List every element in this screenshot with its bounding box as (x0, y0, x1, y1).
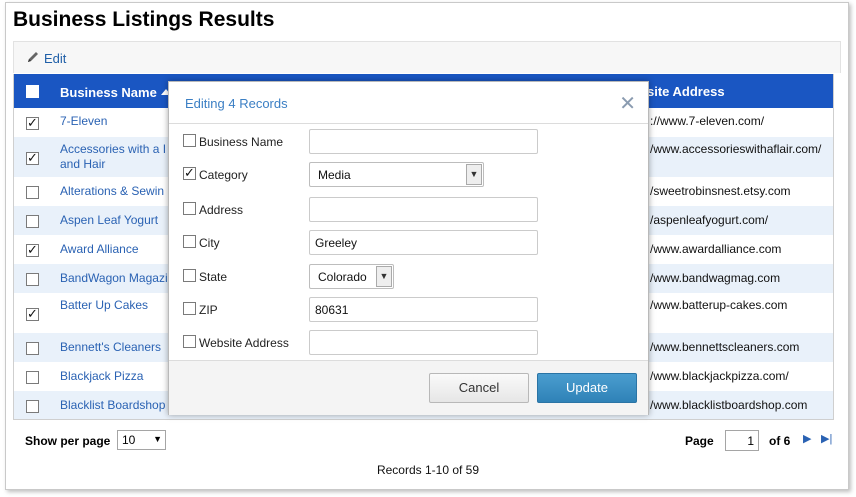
next-page-icon[interactable]: ▶ (803, 432, 811, 445)
edit-button[interactable]: Edit (26, 50, 66, 67)
field-business-name: Business Name (169, 129, 650, 157)
state-checkbox[interactable] (183, 269, 196, 282)
row-checkbox[interactable] (26, 150, 39, 166)
row-checkbox[interactable] (26, 400, 39, 413)
toolbar: Edit (13, 41, 841, 73)
per-page-value: 10 (122, 433, 136, 447)
row-checkbox[interactable] (26, 306, 39, 322)
page-number-input[interactable] (725, 430, 759, 451)
website-cell: ://www.7-eleven.com/ (650, 114, 765, 128)
row-checkbox[interactable] (26, 371, 39, 384)
page-label: Page (685, 434, 714, 448)
website-address-checkbox[interactable] (183, 335, 196, 348)
chevron-down-icon: ▼ (153, 434, 162, 444)
zip-input[interactable] (309, 297, 538, 322)
column-header-label: Business Name (60, 85, 157, 100)
show-per-page-label: Show per page (25, 434, 111, 448)
business-name-link[interactable]: Bennett's Cleaners (60, 340, 180, 355)
category-select[interactable]: Media ▼ (309, 162, 484, 187)
row-checkbox[interactable] (26, 242, 39, 258)
business-name-label: Business Name (199, 135, 284, 149)
pencil-icon (26, 50, 40, 67)
website-cell: /www.batterup-cakes.com (650, 298, 788, 312)
state-select[interactable]: Colorado ▼ (309, 264, 394, 289)
chevron-down-icon: ▼ (466, 164, 482, 185)
website-cell: /aspenleafyogurt.com/ (650, 213, 769, 227)
business-name-link[interactable]: Alterations & Sewin (60, 184, 180, 199)
address-label: Address (199, 203, 244, 217)
city-label: City (199, 236, 220, 250)
row-checkbox[interactable] (26, 186, 39, 199)
business-name-link[interactable]: BandWagon Magazi (60, 271, 180, 286)
category-checkbox[interactable] (183, 165, 196, 181)
field-website-address: Website Address (169, 330, 650, 358)
field-zip: ZIP (169, 297, 650, 325)
zip-checkbox[interactable] (183, 302, 196, 315)
field-city: City (169, 230, 650, 258)
website-cell: /www.awardalliance.com (650, 242, 782, 256)
update-button[interactable]: Update (537, 373, 637, 403)
page-title: Business Listings Results (13, 8, 275, 31)
dialog-title: Editing 4 Records (185, 96, 288, 111)
column-header-website[interactable]: site Address (647, 84, 725, 99)
close-icon[interactable]: ✕ (619, 91, 636, 116)
row-checkbox[interactable] (26, 215, 39, 228)
state-label: State (199, 270, 228, 284)
pager: Show per page 10 ▼ Page of 6 ▶ ▶| (13, 428, 841, 456)
website-cell: /www.bandwagmag.com (650, 271, 781, 285)
business-name-link[interactable]: Aspen Leaf Yogurt (60, 213, 180, 228)
column-header-business-name[interactable]: Business Name (60, 85, 171, 100)
business-name-link[interactable]: Blacklist Boardshop (60, 398, 180, 413)
field-address: Address (169, 197, 650, 225)
category-label: Category (199, 168, 248, 182)
business-name-link[interactable]: Award Alliance (60, 242, 180, 257)
page-count: of 6 (769, 434, 791, 448)
edit-label: Edit (44, 51, 67, 66)
website-cell: /www.blacklistboardshop.com (650, 398, 808, 412)
state-value: Colorado (318, 270, 367, 284)
zip-label: ZIP (199, 303, 218, 317)
row-checkbox[interactable] (26, 273, 39, 286)
website-cell: /www.accessorieswithaflair.com/ (650, 142, 822, 156)
last-page-icon[interactable]: ▶| (821, 432, 832, 445)
field-state: State Colorado ▼ (169, 264, 650, 292)
row-checkbox[interactable] (26, 342, 39, 355)
website-address-input[interactable] (309, 330, 538, 355)
website-cell: /www.bennettscleaners.com (650, 340, 800, 354)
cancel-button[interactable]: Cancel (429, 373, 529, 403)
website-address-label: Website Address (199, 336, 289, 350)
website-cell: /www.blackjackpizza.com/ (650, 369, 789, 383)
business-name-checkbox[interactable] (183, 134, 196, 147)
city-input[interactable] (309, 230, 538, 255)
row-checkbox[interactable] (26, 115, 39, 131)
business-name-link[interactable]: Batter Up Cakes (60, 298, 180, 313)
business-name-link[interactable]: Blackjack Pizza (60, 369, 180, 384)
per-page-select[interactable]: 10 ▼ (117, 430, 166, 450)
business-name-link[interactable]: Accessories with a I and Hair (60, 142, 180, 172)
records-summary: Records 1-10 of 59 (376, 463, 480, 477)
city-checkbox[interactable] (183, 235, 196, 248)
address-input[interactable] (309, 197, 538, 222)
dialog-footer: Cancel Update (169, 360, 648, 415)
business-name-link[interactable]: 7-Eleven (60, 114, 180, 129)
business-name-input[interactable] (309, 129, 538, 154)
chevron-down-icon: ▼ (376, 266, 392, 287)
dialog-header: Editing 4 Records ✕ (169, 82, 648, 124)
address-checkbox[interactable] (183, 202, 196, 215)
edit-records-dialog: Editing 4 Records ✕ Business Name Catego… (168, 81, 649, 415)
category-value: Media (318, 168, 351, 182)
select-all-checkbox[interactable] (26, 85, 39, 98)
website-cell: /sweetrobinsnest.etsy.com (650, 184, 791, 198)
field-category: Category Media ▼ (169, 162, 650, 190)
